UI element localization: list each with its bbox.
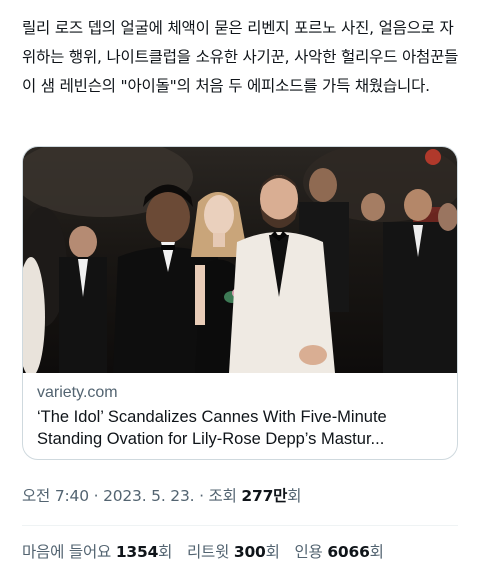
- views-count: 277만: [241, 487, 288, 505]
- views-suffix: 회: [287, 487, 302, 505]
- quotes-suffix: 회: [369, 543, 384, 561]
- retweets-label: 리트윗: [186, 543, 230, 561]
- tweet-text: 릴리 로즈 뎁의 얼굴에 체액이 묻은 리벤지 포르노 사진, 얼음으로 자위하…: [22, 19, 459, 95]
- meta-separator: ·: [93, 487, 99, 505]
- retweets-count: 300: [233, 543, 266, 561]
- likes-stat[interactable]: 마음에 들어요 1354회: [22, 543, 177, 561]
- meta-separator: ·: [199, 487, 204, 505]
- quotes-count: 6066: [327, 543, 370, 561]
- quotes-stat[interactable]: 인용 6066회: [294, 543, 383, 561]
- likes-label: 마음에 들어요: [22, 543, 112, 561]
- tweet-meta: 오전 7:40 · 2023. 5. 23. · 조회 277만회: [22, 484, 301, 506]
- likes-count: 1354: [115, 543, 159, 561]
- card-title[interactable]: ‘The Idol’ Scandalizes Cannes With Five-…: [37, 406, 447, 450]
- retweets-stat[interactable]: 리트윗 300회: [187, 543, 284, 561]
- tweet-date[interactable]: 2023. 5. 23.: [103, 487, 194, 505]
- likes-suffix: 회: [158, 543, 173, 561]
- card-photo: [23, 147, 457, 373]
- views-label: 조회: [208, 487, 237, 505]
- divider: [22, 525, 458, 526]
- quotes-label: 인용: [294, 543, 323, 561]
- tweet-stats: 마음에 들어요 1354회 리트윗 300회 인용 6066회: [22, 540, 394, 562]
- card-domain: variety.com: [37, 384, 118, 401]
- retweets-suffix: 회: [265, 543, 280, 561]
- tweet-time[interactable]: 오전 7:40: [22, 487, 89, 505]
- link-preview-card[interactable]: variety.com ‘The Idol’ Scandalizes Canne…: [22, 146, 458, 460]
